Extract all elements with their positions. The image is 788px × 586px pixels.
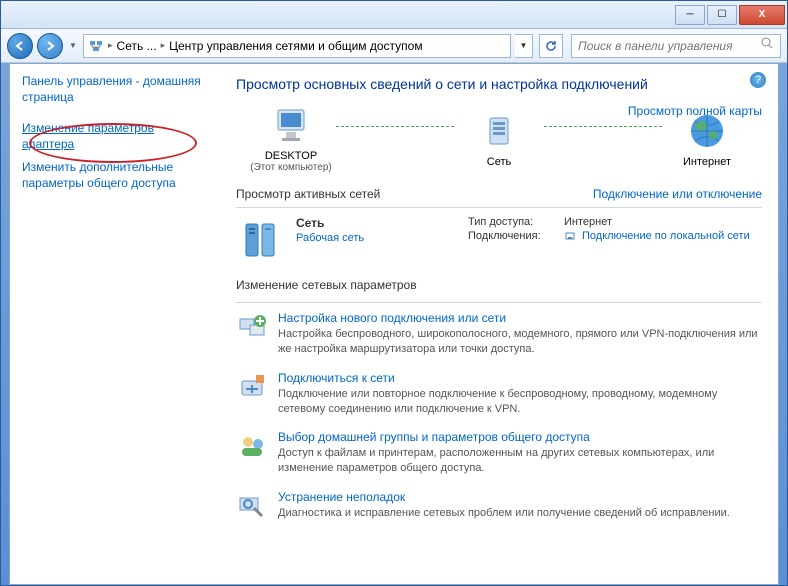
sidebar: Панель управления - домашняя страница Из… xyxy=(10,64,220,584)
map-connector xyxy=(544,126,662,127)
refresh-icon xyxy=(544,39,558,53)
network-type-link[interactable]: Рабочая сеть xyxy=(296,232,364,244)
window: ─ ☐ X ▼ ▸ Сеть ... ▸ Центр управления се… xyxy=(0,0,788,586)
search-input[interactable] xyxy=(578,39,760,53)
search-icon xyxy=(760,36,774,55)
sidebar-adapter-settings-link[interactable]: Изменение параметров адаптера xyxy=(22,121,208,152)
network-map: Просмотр полной карты DESKTOP (Этот комп… xyxy=(236,104,762,173)
arrow-right-icon xyxy=(44,40,56,52)
content: Панель управления - домашняя страница Из… xyxy=(9,63,779,585)
map-connector xyxy=(336,126,454,127)
active-network-entry: Сеть Рабочая сеть Тип доступа: Интернет … xyxy=(236,216,762,264)
help-icon[interactable]: ? xyxy=(750,72,766,88)
window-buttons: ─ ☐ X xyxy=(675,5,785,25)
breadcrumb-center[interactable]: Центр управления сетями и общим доступом xyxy=(169,39,423,53)
homegroup-icon xyxy=(236,430,268,462)
map-internet: Интернет xyxy=(652,110,762,168)
map-this-computer: DESKTOP (Этот компьютер) xyxy=(236,104,346,173)
divider xyxy=(236,207,762,208)
search-box[interactable] xyxy=(571,34,781,58)
network-icon xyxy=(88,38,104,54)
computer-icon xyxy=(270,104,312,146)
divider xyxy=(236,302,762,303)
setting-homegroup: Выбор домашней группы и параметров общег… xyxy=(236,430,762,476)
arrow-left-icon xyxy=(14,40,26,52)
map-network: Сеть xyxy=(444,110,554,168)
ethernet-icon xyxy=(564,230,576,245)
sidebar-advanced-sharing-link[interactable]: Изменить дополнительные параметры общего… xyxy=(22,160,208,191)
troubleshoot-icon xyxy=(236,490,268,522)
active-networks-header: Просмотр активных сетей Подключение или … xyxy=(236,181,762,201)
titlebar: ─ ☐ X xyxy=(1,1,787,29)
setting-new-connection: Настройка нового подключения или сети На… xyxy=(236,311,762,357)
connection-link[interactable]: Подключение по локальной сети xyxy=(582,230,750,245)
network-details: Тип доступа: Интернет Подключения: Подкл… xyxy=(468,216,762,264)
back-button[interactable] xyxy=(7,33,33,59)
setting-link[interactable]: Выбор домашней группы и параметров общег… xyxy=(278,430,762,444)
connect-icon xyxy=(236,371,268,403)
minimize-button[interactable]: ─ xyxy=(675,5,705,25)
chevron-right-icon: ▸ xyxy=(161,40,166,51)
main-panel: ? Просмотр основных сведений о сети и на… xyxy=(220,64,778,584)
setting-connect-network: Подключиться к сети Подключение или повт… xyxy=(236,371,762,417)
server-icon xyxy=(236,216,284,264)
new-connection-icon xyxy=(236,311,268,343)
address-bar[interactable]: ▸ Сеть ... ▸ Центр управления сетями и о… xyxy=(83,34,511,58)
setting-link[interactable]: Устранение неполадок xyxy=(278,490,730,504)
address-dropdown[interactable]: ▼ xyxy=(515,34,533,58)
toolbar: ▼ ▸ Сеть ... ▸ Центр управления сетями и… xyxy=(1,29,787,63)
setting-troubleshoot: Устранение неполадок Диагностика и испра… xyxy=(236,490,762,522)
setting-link[interactable]: Подключиться к сети xyxy=(278,371,762,385)
history-dropdown[interactable]: ▼ xyxy=(67,33,79,59)
setting-link[interactable]: Настройка нового подключения или сети xyxy=(278,311,762,325)
maximize-button[interactable]: ☐ xyxy=(707,5,737,25)
network-node-icon xyxy=(478,110,520,152)
connect-disconnect-link[interactable]: Подключение или отключение xyxy=(593,187,762,201)
settings-section-title: Изменение сетевых параметров xyxy=(236,278,762,292)
breadcrumb-network[interactable]: Сеть ... xyxy=(117,39,157,53)
close-button[interactable]: X xyxy=(739,5,785,25)
forward-button[interactable] xyxy=(37,33,63,59)
sidebar-home-link[interactable]: Панель управления - домашняя страница xyxy=(22,74,208,105)
refresh-button[interactable] xyxy=(539,34,563,58)
network-info: Сеть Рабочая сеть xyxy=(296,216,456,264)
chevron-right-icon: ▸ xyxy=(108,40,113,51)
full-map-link[interactable]: Просмотр полной карты xyxy=(628,104,762,118)
page-heading: Просмотр основных сведений о сети и наст… xyxy=(236,76,762,92)
